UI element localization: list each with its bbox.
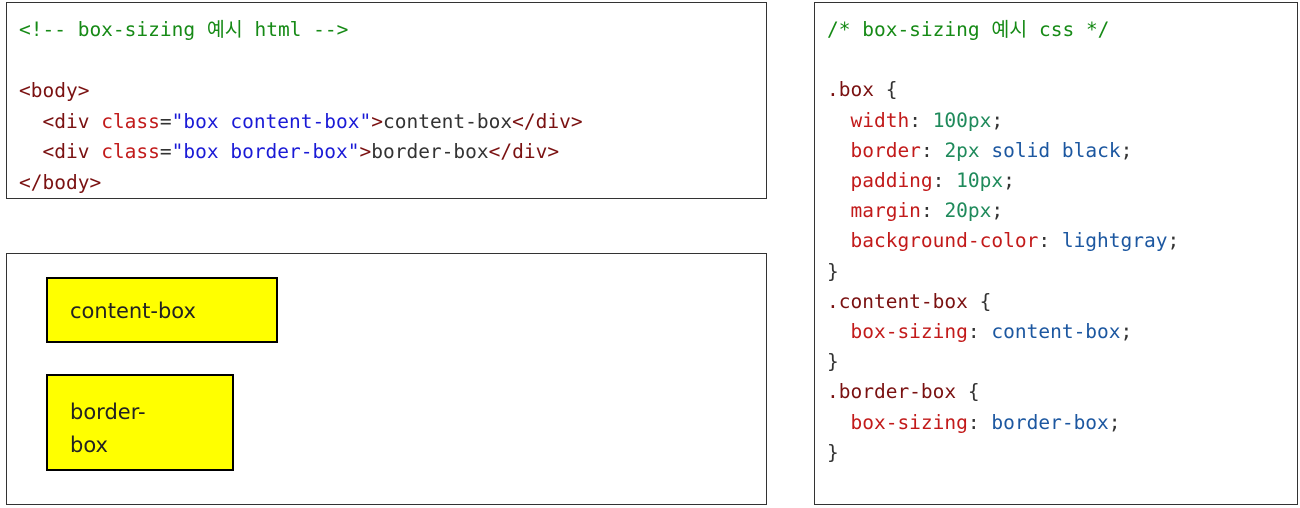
div2-eq: =	[159, 140, 172, 163]
html-comment-line: <!-- box-sizing 예시 html -->	[19, 18, 348, 41]
colon: :	[1038, 229, 1051, 253]
semicolon: ;	[1120, 138, 1133, 162]
semicolon: ;	[1120, 320, 1133, 344]
html-code-panel: <!-- box-sizing 예시 html --> <body> <div …	[6, 2, 767, 199]
border-box-label-line1: border-	[70, 400, 146, 424]
div2-gt: >	[359, 140, 372, 163]
box-sizing-prop: box-sizing	[850, 320, 968, 344]
colon: :	[932, 169, 945, 193]
div2-text: border-box	[371, 140, 489, 163]
close-brace: }	[827, 350, 839, 374]
css-code-block: /* box-sizing 예시 css */ .box { width: 10…	[827, 15, 1179, 468]
div1-gt: >	[371, 109, 383, 133]
margin-prop: margin	[850, 199, 921, 223]
body-close-line: </body>	[19, 171, 101, 194]
colon: :	[967, 410, 980, 434]
open-brace: {	[967, 380, 980, 404]
div1-eq: =	[159, 109, 172, 133]
colon: :	[920, 199, 933, 223]
div1-attr: class	[101, 109, 160, 133]
colon: :	[967, 320, 980, 344]
border-prop: border	[850, 138, 921, 162]
padding-prop: padding	[850, 169, 933, 193]
box-sizing-prop: box-sizing	[850, 410, 968, 434]
div1-line: <div class="box content-box">content-box…	[19, 109, 583, 133]
open-brace: {	[979, 289, 992, 313]
div2-attr: class	[101, 140, 160, 163]
div1-text: content-box	[382, 109, 513, 133]
html-comment: <!-- box-sizing 예시 html -->	[19, 18, 349, 41]
width-prop: width	[850, 108, 910, 132]
background-color-value: lightgray	[1061, 229, 1168, 253]
open-brace: {	[885, 78, 898, 102]
border-box-demo: border- box	[46, 374, 234, 471]
box-selector: .box	[827, 78, 874, 102]
content-box-demo: content-box	[46, 277, 278, 343]
border-style-value: solid black	[991, 138, 1121, 162]
colon: :	[909, 108, 921, 132]
content-box-value: content-box	[991, 320, 1121, 344]
border-box-label-line2: box	[70, 433, 108, 457]
div2-line: <div class="box border-box">border-box</…	[19, 140, 559, 163]
body-close-tag: </body>	[19, 170, 102, 194]
close-brace: }	[827, 440, 839, 464]
semicolon: ;	[991, 199, 1004, 223]
border-box-selector: .border-box	[827, 380, 957, 404]
width-value: 100px	[932, 108, 992, 132]
div1-open: <div	[42, 109, 102, 133]
content-box-selector: .content-box	[827, 289, 968, 313]
div2-open: <div	[42, 140, 102, 163]
html-code-block: <!-- box-sizing 예시 html --> <body> <div …	[19, 15, 583, 198]
body-open-tag: <body>	[19, 79, 90, 102]
render-preview-panel: content-box border- box	[6, 253, 767, 505]
border-box-value: border-box	[991, 410, 1109, 434]
semicolon: ;	[1167, 229, 1180, 253]
div1-close: </div>	[512, 109, 583, 133]
colon: :	[920, 138, 933, 162]
css-comment: /* box-sizing 예시 css */	[827, 18, 1110, 41]
css-code-panel: /* box-sizing 예시 css */ .box { width: 10…	[814, 2, 1298, 505]
close-brace: }	[827, 259, 839, 283]
semicolon: ;	[1108, 410, 1121, 434]
div2-close: </div>	[488, 140, 560, 163]
margin-value: 20px	[944, 199, 992, 223]
semicolon: ;	[991, 108, 1004, 132]
body-open-line: <body>	[19, 79, 89, 102]
content-box-label: content-box	[70, 299, 196, 323]
div2-class-value: "box border-box"	[171, 140, 360, 163]
semicolon: ;	[1003, 169, 1015, 193]
background-color-prop: background-color	[850, 229, 1039, 253]
div1-class-value: "box content-box"	[171, 109, 372, 133]
border-width-value: 2px	[944, 138, 980, 162]
padding-value: 10px	[956, 169, 1004, 193]
